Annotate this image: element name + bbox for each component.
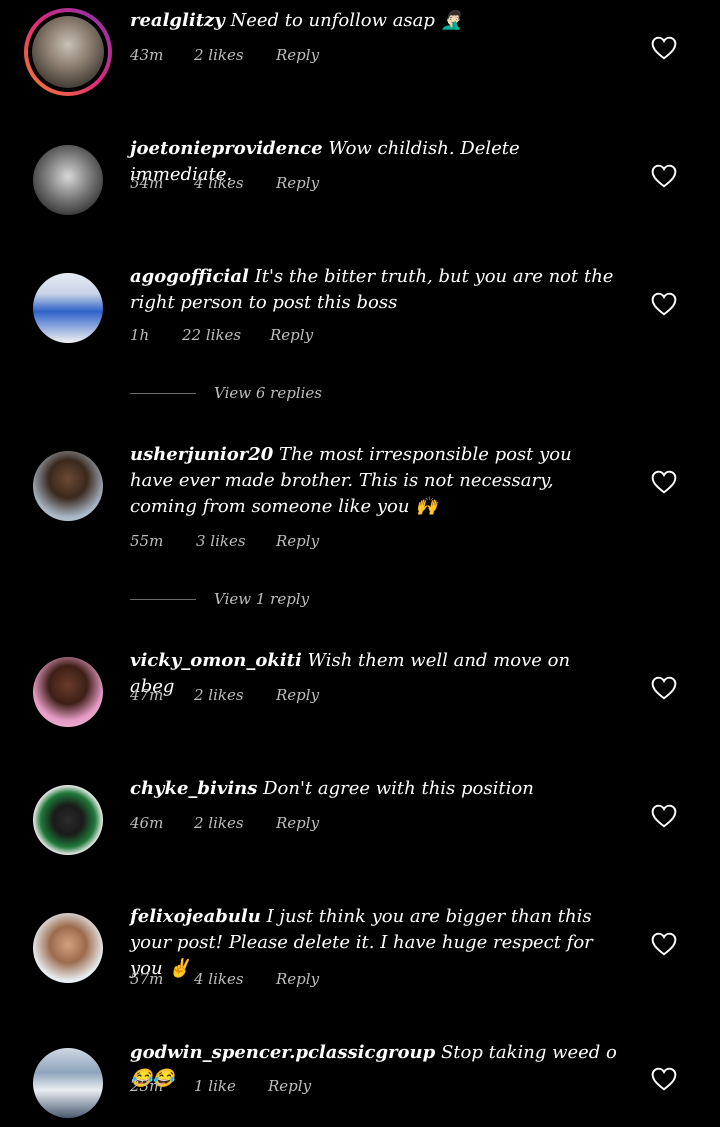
comment-time: 23m (130, 1077, 164, 1095)
heart-outline-icon[interactable] (651, 36, 677, 60)
reply-button[interactable]: Reply (276, 532, 319, 550)
comment-likes[interactable]: 3 likes (196, 532, 276, 550)
reply-button[interactable]: Reply (276, 686, 319, 704)
heart-outline-icon[interactable] (651, 164, 677, 188)
heart-outline-icon[interactable] (651, 676, 677, 700)
comment-likes[interactable]: 4 likes (194, 174, 276, 192)
comment-time: 47m (130, 686, 164, 704)
comment-text: Need to unfollow asap 🤦🏻‍♂️ (230, 10, 464, 31)
heart-outline-icon[interactable] (651, 292, 677, 316)
avatar[interactable] (33, 785, 103, 855)
comment-username[interactable]: realglitzy (130, 10, 225, 31)
reply-button[interactable]: Reply (270, 326, 313, 344)
avatar[interactable] (33, 451, 103, 521)
comment-username[interactable]: felixojeabulu (130, 906, 261, 927)
comment-time: 1h (130, 326, 150, 344)
heart-outline-icon[interactable] (651, 1067, 677, 1091)
comment-likes[interactable]: 2 likes (194, 686, 276, 704)
comment-likes[interactable]: 4 likes (194, 970, 276, 988)
divider (130, 392, 196, 394)
view-replies-button[interactable]: View 1 reply (130, 590, 309, 608)
comment-likes[interactable]: 2 likes (194, 46, 276, 64)
avatar (32, 16, 104, 88)
comment-time: 57m (130, 970, 164, 988)
comment-time: 43m (130, 46, 164, 64)
comment-time: 55m (130, 532, 164, 550)
reply-button[interactable]: Reply (276, 46, 319, 64)
comment-time: 46m (130, 814, 164, 832)
comment-time: 54m (130, 174, 164, 192)
comment-likes[interactable]: 1 like (194, 1077, 268, 1095)
comment-likes[interactable]: 2 likes (194, 814, 276, 832)
avatar[interactable] (33, 1048, 103, 1118)
avatar[interactable] (33, 145, 103, 215)
avatar[interactable] (33, 273, 103, 343)
comment-username[interactable]: chyke_bivins (130, 778, 257, 799)
view-replies-label: View 1 reply (214, 590, 310, 608)
divider (130, 598, 196, 600)
reply-button[interactable]: Reply (276, 174, 319, 192)
view-replies-button[interactable]: View 6 replies (130, 384, 322, 402)
comment-username[interactable]: joetonieprovidence (130, 138, 323, 159)
heart-outline-icon[interactable] (651, 470, 677, 494)
heart-outline-icon[interactable] (651, 804, 677, 828)
reply-button[interactable]: Reply (276, 970, 319, 988)
reply-button[interactable]: Reply (268, 1077, 311, 1095)
reply-button[interactable]: Reply (276, 814, 319, 832)
comment-username[interactable]: usherjunior20 (130, 444, 273, 465)
avatar[interactable] (33, 657, 103, 727)
comment-username[interactable]: vicky_omon_okiti (130, 650, 302, 671)
comment-username[interactable]: agogofficial (130, 266, 249, 287)
story-ring-avatar[interactable] (24, 8, 112, 96)
heart-outline-icon[interactable] (651, 932, 677, 956)
view-replies-label: View 6 replies (214, 384, 322, 402)
comment-username[interactable]: godwin_spencer.pclassicgroup (130, 1042, 435, 1063)
comment-text: Don't agree with this position (263, 778, 534, 799)
comment-likes[interactable]: 22 likes (182, 326, 270, 344)
avatar[interactable] (33, 913, 103, 983)
